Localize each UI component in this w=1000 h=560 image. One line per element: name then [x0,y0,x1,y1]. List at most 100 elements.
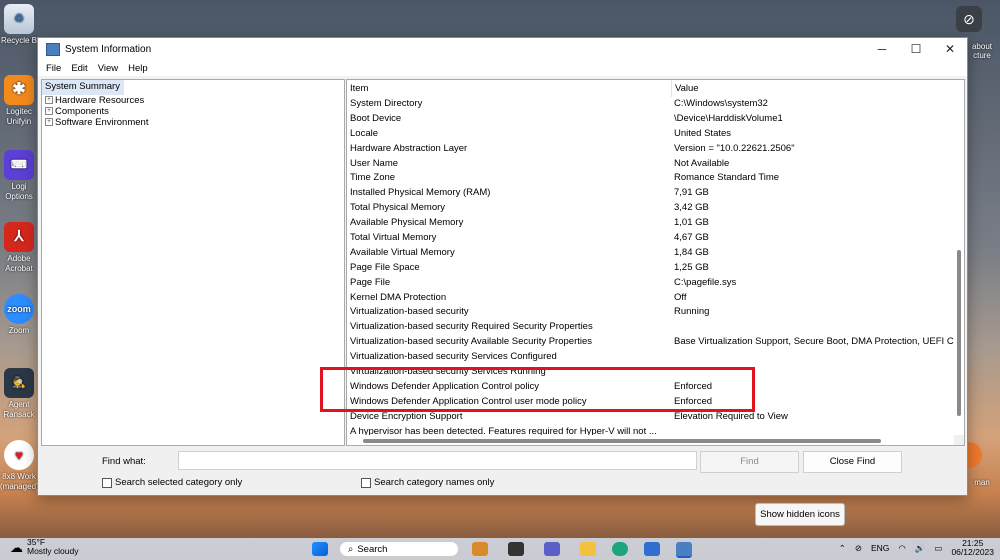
clock[interactable]: 21:25 06/12/2023 [951,539,994,557]
desktop-icon-adobe-acrobat[interactable]: ⅄ Adobe Acrobat [0,222,38,274]
table-row[interactable]: Virtualization-based security Running [347,305,954,320]
adobe-acrobat-icon: ⅄ [4,222,34,252]
table-row[interactable]: Virtualization-based security Services C… [347,350,954,365]
desktop-icon-agent-ransack[interactable]: 🕵 Agent Ransack [0,368,38,420]
search-category-names-checkbox[interactable]: Search category names only [361,477,494,488]
table-row[interactable]: Time Zone Romance Standard Time [347,171,954,186]
system-information-taskbar-icon[interactable] [676,542,692,558]
tree-item-software-environment[interactable]: + Software Environment [42,117,344,128]
row-value: Running [674,306,710,318]
tree-item-hardware-resources[interactable]: + Hardware Resources [42,95,344,106]
find-what-input[interactable] [178,451,697,470]
table-row[interactable]: Kernel DMA Protection Off [347,291,954,306]
close-button[interactable]: ✕ [933,42,967,56]
table-row[interactable]: Hardware Abstraction Layer Version = "10.… [347,142,954,157]
row-value [671,425,954,435]
desktop-icon-logi-options[interactable]: ⌨ Logi Options [0,150,38,202]
row-item: Page File [350,276,391,288]
row-item: Total Virtual Memory [350,232,437,244]
taskbar: ☁ 35°F Mostly cloudy ⌕ Search ⌃ ⊘ ENG ◠ … [0,538,1000,560]
teams-icon[interactable] [544,542,560,556]
expand-icon[interactable]: + [45,96,53,104]
table-row[interactable]: A hypervisor has been detected. Features… [347,425,954,435]
chevron-up-icon[interactable]: ⌃ [839,543,846,554]
table-row[interactable]: Page File Space 1,25 GB [347,261,954,276]
table-row[interactable]: Available Physical Memory 1,01 GB [347,216,954,231]
row-value [671,320,954,335]
desktop-icon-label-right[interactable]: about cture [964,42,1000,60]
weather-widget[interactable]: ☁ 35°F Mostly cloudy [10,538,79,556]
column-header-item[interactable]: Item [347,80,672,97]
network-icon[interactable]: ⊘ [855,543,862,554]
row-value: 1,01 GB [674,217,709,229]
table-row[interactable]: System Directory C:\Windows\system32 [347,97,954,112]
zoom-icon: zoom [4,294,34,324]
expand-icon[interactable]: + [45,107,53,115]
table-row[interactable]: Installed Physical Memory (RAM) 7,91 GB [347,186,954,201]
scroll-thumb[interactable] [957,250,961,416]
row-item: A hypervisor has been detected. Features… [350,425,657,435]
row-item: Virtualization-based security [350,306,469,318]
desktop-icon-zoom[interactable]: zoom Zoom [0,294,38,336]
menu-help[interactable]: Help [123,63,153,74]
table-row[interactable]: Virtualization-based security Required S… [347,320,954,335]
scroll-thumb[interactable] [363,439,881,443]
checkbox-box[interactable] [361,477,371,488]
assistant-icon[interactable]: ⊘ [956,6,982,32]
row-item: Virtualization-based security Required S… [350,321,593,333]
expand-icon[interactable]: + [45,118,53,126]
row-item: Total Physical Memory [350,202,446,214]
maximize-button[interactable]: ☐ [899,42,933,56]
checkbox-box[interactable] [102,477,112,488]
highlight-box [320,367,755,412]
desktop-icon-label-right[interactable]: man [964,478,1000,487]
table-row[interactable]: Total Physical Memory 3,42 GB [347,201,954,216]
menu-file[interactable]: File [41,63,66,74]
tree-item-system-summary[interactable]: System Summary [42,80,124,95]
task-view-icon[interactable] [508,542,524,556]
horizontal-scrollbar[interactable] [349,437,954,444]
close-find-button[interactable]: Close Find [803,451,902,473]
table-row[interactable]: Virtualization-based security Available … [347,335,954,350]
volume-icon[interactable]: 🔊 [915,543,926,554]
store-icon[interactable] [644,542,660,556]
briefcase-app-icon[interactable] [472,542,488,556]
system-information-window: System Information ─ ☐ ✕ File Edit View … [37,37,968,496]
find-button[interactable]: Find [700,451,799,473]
desktop-icon-8x8-work[interactable]: ♥ 8x8 Work (managed) [0,440,39,492]
table-row[interactable]: Boot Device \Device\HarddiskVolume1 [347,112,954,127]
row-value: Off [674,291,687,303]
table-row[interactable]: Available Virtual Memory 1,84 GB [347,246,954,261]
minimize-button[interactable]: ─ [865,42,899,56]
row-value: Base Virtualization Support, Secure Boot… [674,336,954,348]
table-row[interactable]: Total Virtual Memory 4,67 GB [347,231,954,246]
menu-bar: File Edit View Help [38,60,967,76]
vertical-scrollbar[interactable] [956,82,962,432]
row-item: Time Zone [350,172,396,184]
search-selected-category-checkbox[interactable]: Search selected category only [102,477,242,488]
logi-options-icon: ⌨ [4,150,34,180]
battery-icon[interactable]: ▭ [934,543,942,554]
table-row[interactable]: User Name Not Available [347,157,954,172]
column-header-value[interactable]: Value [672,80,954,97]
tree-item-components[interactable]: + Components [42,106,344,117]
desktop-icon-recycle-bin[interactable]: ♻ Recycle B [0,4,38,46]
menu-view[interactable]: View [93,63,123,74]
language-indicator[interactable]: ENG [871,543,889,553]
row-item: Virtualization-based security Available … [350,336,593,348]
taskbar-search[interactable]: ⌕ Search [339,541,459,557]
start-windows-icon[interactable] [312,542,328,556]
find-what-label: Find what: [102,456,146,467]
desktop-icon-logitech-unifying[interactable]: ✱ Logitec Unifyin [0,75,38,127]
edge-browser-icon[interactable] [612,542,628,556]
table-row[interactable]: Page File C:\pagefile.sys [347,276,954,291]
menu-edit[interactable]: Edit [66,63,92,74]
category-tree: System Summary + Hardware Resources + Co… [41,79,345,446]
table-row[interactable]: Locale United States [347,127,954,142]
file-explorer-icon[interactable] [580,542,596,556]
row-item: Page File Space [350,261,420,273]
system-information-icon [46,42,60,56]
title-bar[interactable]: System Information ─ ☐ ✕ [38,38,967,60]
scroll-corner [954,435,964,445]
wifi-icon[interactable]: ◠ [898,543,905,554]
